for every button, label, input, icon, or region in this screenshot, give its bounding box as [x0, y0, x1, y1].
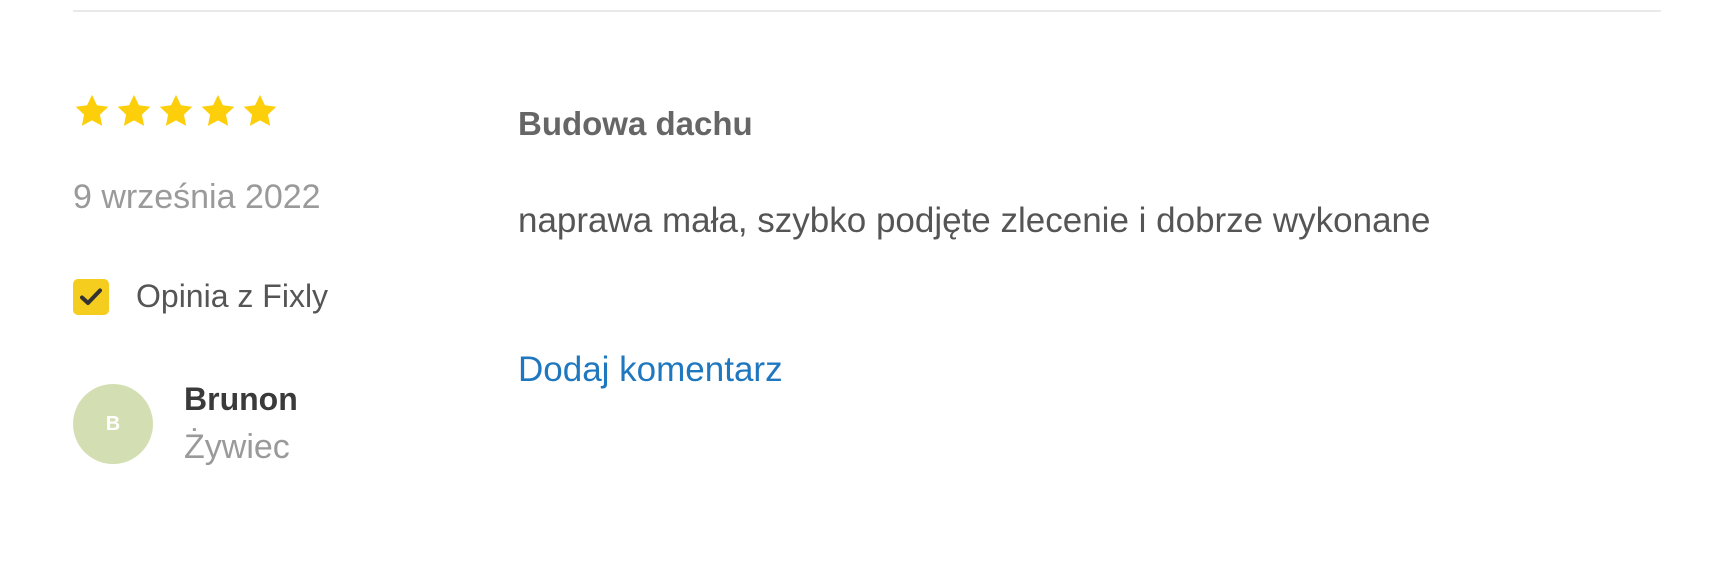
review-source: Opinia z Fixly — [73, 278, 328, 315]
star-icon — [201, 94, 235, 126]
review-date: 9 września 2022 — [73, 178, 321, 216]
author: B Brunon Żywiec — [73, 381, 298, 472]
source-label: Opinia z Fixly — [136, 278, 329, 314]
checkmark-icon — [73, 278, 109, 315]
review-card: 9 września 2022 Opinia z Fixly B Brunon … — [73, 92, 1661, 512]
job-title: Budowa dachu — [518, 105, 753, 142]
author-name: Brunon — [184, 381, 298, 417]
star-icon — [117, 94, 151, 126]
author-info: Brunon Żywiec — [184, 376, 298, 472]
star-rating — [73, 92, 279, 130]
top-divider — [73, 10, 1661, 12]
review-text: naprawa mała, szybko podjęte zlecenie i … — [518, 201, 1431, 240]
avatar: B — [73, 384, 153, 464]
add-comment-link[interactable]: Dodaj komentarz — [518, 350, 783, 390]
star-icon — [243, 94, 277, 126]
author-city: Żywiec — [184, 428, 290, 466]
star-icon — [75, 94, 109, 126]
star-icon — [159, 94, 193, 126]
